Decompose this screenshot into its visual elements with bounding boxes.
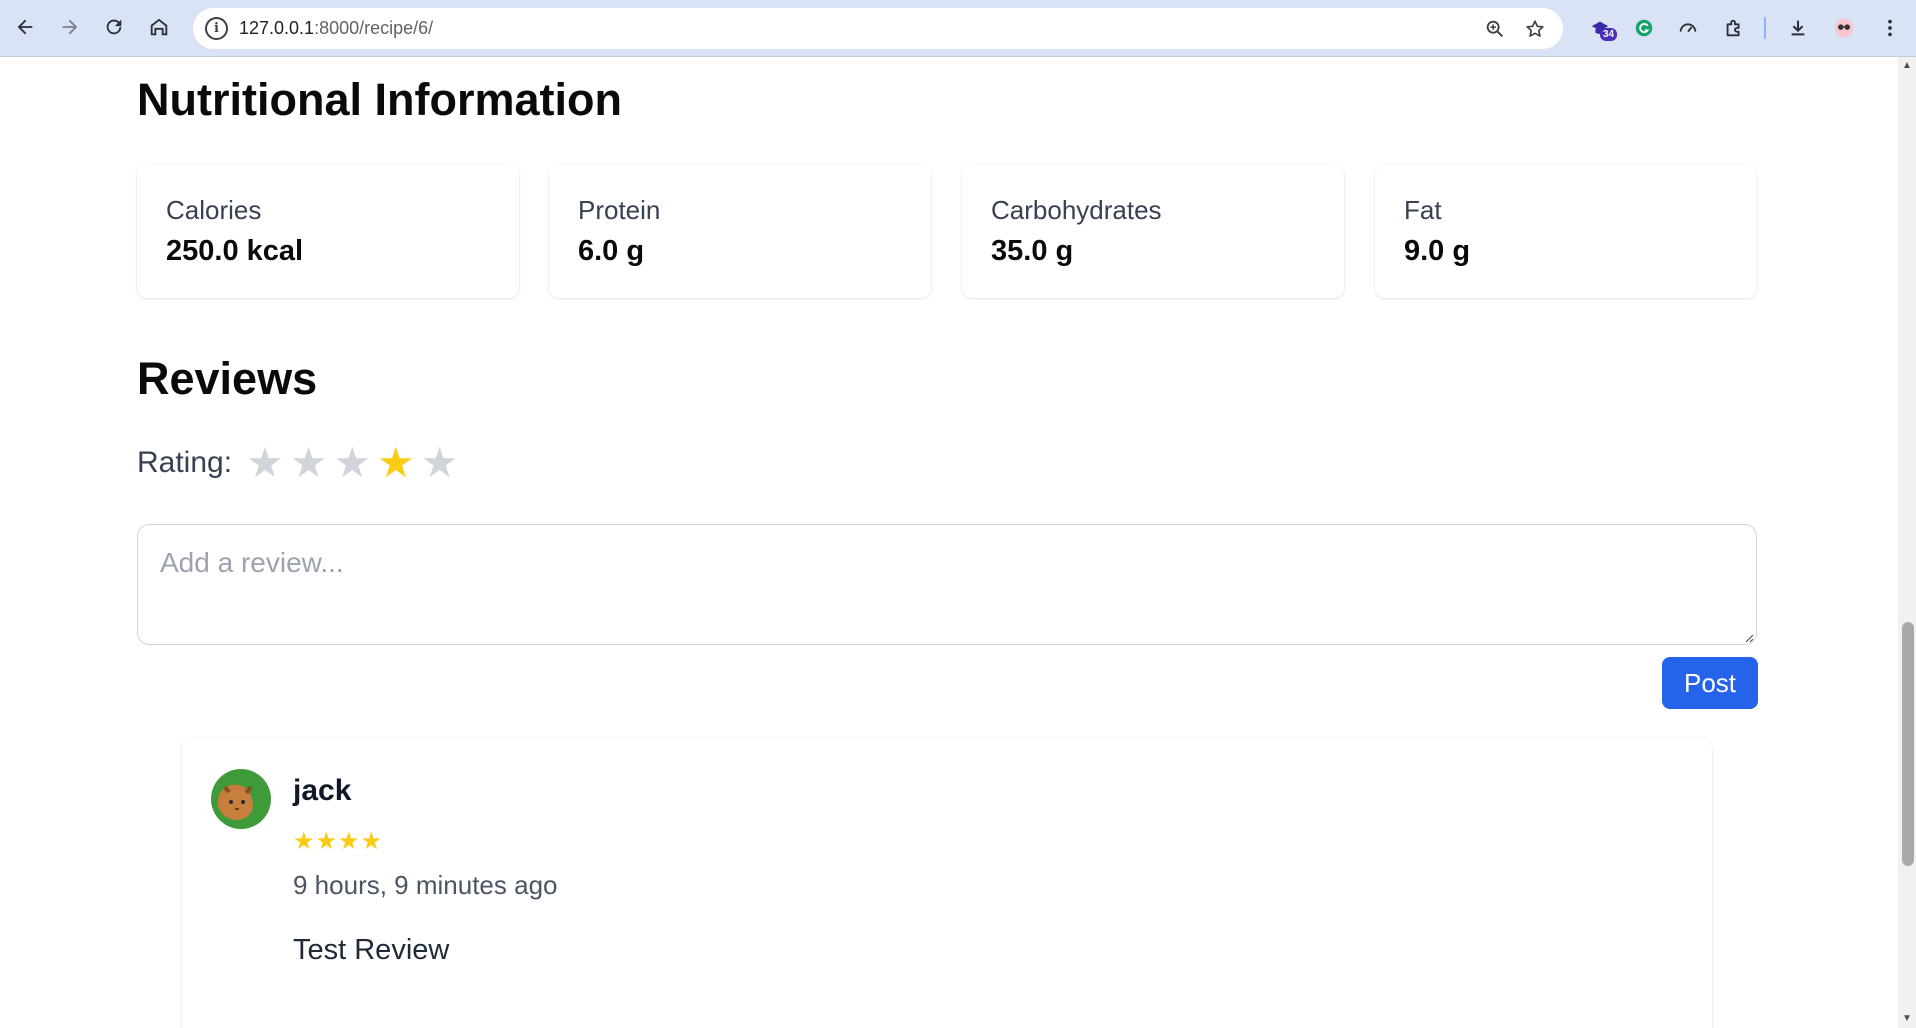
nutrition-value: 250.0 kcal	[166, 235, 304, 267]
nutrition-card-calories: Calories 250.0 kcal	[137, 165, 519, 298]
bookmark-star-icon[interactable]	[1523, 17, 1547, 41]
scroll-up-icon[interactable]: ▲	[1902, 61, 1912, 71]
avatar[interactable]	[211, 769, 271, 829]
reviewer-name: jack	[293, 774, 352, 807]
review-timestamp: 9 hours, 9 minutes ago	[293, 870, 558, 900]
nutrition-value: 9.0 g	[1404, 235, 1471, 267]
grammarly-icon[interactable]	[1630, 14, 1658, 42]
nutrition-value: 35.0 g	[991, 235, 1074, 267]
forward-icon	[62, 19, 78, 35]
address-bar[interactable]: i 127.0.0.1:8000/recipe/6/	[193, 8, 1563, 49]
zoom-icon[interactable]	[1483, 17, 1507, 41]
puzzle-icon[interactable]	[1720, 14, 1748, 42]
toolbar-divider	[1764, 17, 1766, 39]
rating-label: Rating:	[137, 446, 233, 479]
resize-handle-icon[interactable]	[1744, 633, 1754, 643]
extension-badge: 34	[1600, 28, 1618, 41]
review-input[interactable]	[137, 524, 1757, 645]
speed-icon[interactable]	[1674, 14, 1702, 42]
reload-icon	[106, 19, 122, 35]
post-button[interactable]: Post	[1662, 657, 1758, 709]
scroll-down-icon[interactable]: ▼	[1902, 1014, 1912, 1024]
scroll-thumb[interactable]	[1902, 622, 1914, 866]
menu-icon[interactable]	[1876, 14, 1904, 42]
extension-icon[interactable]: 34	[1586, 14, 1618, 42]
reviews-heading: Reviews	[137, 353, 318, 404]
home-icon	[150, 18, 168, 36]
forward-button[interactable]	[55, 12, 85, 42]
home-button[interactable]	[144, 12, 174, 42]
nutrition-value: 6.0 g	[578, 235, 645, 267]
rating-star-2[interactable]: ★	[290, 442, 328, 484]
page-scrollbar[interactable]: ▲ ▼	[1898, 57, 1916, 1028]
url-text[interactable]: 127.0.0.1:8000/recipe/6/	[239, 18, 433, 39]
nutrition-label: Fat	[1404, 195, 1442, 225]
rating-star-1[interactable]: ★	[246, 442, 284, 484]
rating-star-3[interactable]: ★	[333, 442, 371, 484]
reload-button[interactable]	[99, 12, 129, 42]
nutrition-heading: Nutritional Information	[137, 74, 622, 125]
review-stars: ★★★★	[293, 828, 384, 855]
nutrition-label: Protein	[578, 195, 661, 225]
rating-star-4[interactable]: ★	[377, 442, 415, 484]
nutrition-card-fat: Fat 9.0 g	[1375, 165, 1757, 298]
back-button[interactable]	[10, 12, 40, 42]
rating-selector: Rating: ★ ★ ★ ★ ★	[137, 442, 464, 484]
info-icon[interactable]: i	[205, 17, 228, 40]
browser-toolbar: i 127.0.0.1:8000/recipe/6/ 34	[0, 0, 1916, 57]
review-card: jack ★★★★ 9 hours, 9 minutes ago Test Re…	[182, 737, 1712, 1028]
download-icon[interactable]	[1784, 14, 1812, 42]
nutrition-label: Calories	[166, 195, 262, 225]
profile-icon[interactable]	[1830, 14, 1858, 42]
nutrition-card-carbohydrates: Carbohydrates 35.0 g	[962, 165, 1344, 298]
nutrition-label: Carbohydrates	[991, 195, 1162, 225]
rating-star-5[interactable]: ★	[421, 442, 459, 484]
review-text: Test Review	[293, 934, 450, 966]
page-content: Nutritional Information Calories 250.0 k…	[0, 57, 1898, 1028]
back-icon	[17, 19, 33, 35]
nutrition-card-protein: Protein 6.0 g	[549, 165, 931, 298]
